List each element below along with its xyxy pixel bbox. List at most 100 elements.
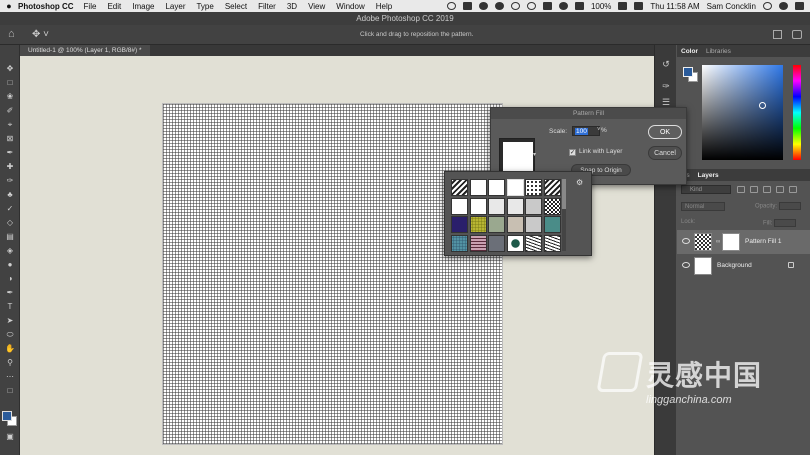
pattern-swatch[interactable]	[506, 179, 524, 196]
pattern-swatch[interactable]	[451, 216, 468, 233]
scale-dropdown-icon[interactable]: ˅	[597, 127, 601, 133]
pattern-swatch[interactable]	[451, 197, 468, 215]
menu-filter[interactable]: Filter	[258, 2, 276, 11]
panel-foreground-swatch[interactable]	[683, 67, 693, 77]
pattern-preview-swatch[interactable]	[499, 138, 535, 174]
blend-mode-select[interactable]: Normal	[681, 202, 725, 211]
power-icon[interactable]	[510, 2, 520, 10]
clone-stamp-tool-icon[interactable]: ♣	[5, 191, 15, 199]
frame-tool-icon[interactable]: ⊠	[5, 135, 15, 143]
menubar-user[interactable]: Sam Concklin	[707, 2, 756, 11]
sync-icon[interactable]	[478, 2, 488, 10]
tab-color[interactable]: Color	[677, 48, 702, 55]
pattern-swatch[interactable]	[525, 216, 542, 233]
pattern-swatch[interactable]	[488, 179, 505, 196]
pattern-swatch[interactable]	[506, 216, 524, 233]
paint-bucket-tool-icon[interactable]: ◈	[5, 247, 15, 255]
notification-center-icon[interactable]	[795, 2, 804, 10]
ok-button[interactable]: OK	[648, 125, 682, 139]
visibility-eye-icon[interactable]	[682, 262, 690, 268]
menu-layer[interactable]: Layer	[165, 2, 185, 11]
foreground-color-swatch[interactable]	[2, 411, 12, 421]
wifi-icon[interactable]	[558, 2, 568, 10]
layer-mask-thumbnail[interactable]	[722, 233, 740, 251]
gradient-tool-icon[interactable]: ▤	[5, 233, 15, 241]
app-menu[interactable]: Photoshop CC	[18, 2, 74, 11]
fill-field[interactable]	[774, 219, 797, 227]
blur-tool-icon[interactable]: ●	[5, 261, 15, 269]
clock-status-icon[interactable]	[526, 2, 536, 10]
pattern-fill-thumbnail[interactable]	[694, 233, 712, 251]
pen-tool-icon[interactable]: ✒	[5, 289, 15, 297]
pattern-swatch[interactable]	[506, 234, 524, 252]
filter-shape-icon[interactable]	[776, 186, 784, 193]
move-tool-icon[interactable]: ✥	[5, 65, 15, 73]
marquee-tool-icon[interactable]: □	[5, 79, 15, 87]
pattern-dropdown-icon[interactable]: ▾	[533, 151, 536, 158]
color-cursor[interactable]	[759, 102, 766, 109]
pattern-swatch[interactable]	[543, 216, 561, 233]
brush-tool-icon[interactable]: ✑	[5, 177, 15, 185]
siri-icon[interactable]	[779, 2, 788, 10]
menu-window[interactable]: Window	[336, 2, 364, 11]
menubar-clock[interactable]: Thu 11:58 AM	[650, 2, 699, 11]
battery-percent[interactable]: 100%	[591, 2, 611, 11]
scale-input[interactable]: 100	[572, 126, 600, 136]
type-tool-icon[interactable]: T	[5, 303, 15, 311]
pattern-swatch[interactable]	[543, 234, 561, 252]
record-icon[interactable]	[446, 2, 456, 10]
filter-smart-icon[interactable]	[789, 186, 797, 193]
pattern-swatch[interactable]	[488, 197, 505, 215]
layer-row-pattern-fill[interactable]: ∞ Pattern Fill 1	[677, 230, 810, 254]
crop-tool-icon[interactable]: ⌖	[5, 121, 15, 129]
cloud-icon[interactable]	[494, 2, 504, 10]
link-with-layer-checkbox[interactable]: ✓	[569, 149, 576, 156]
home-icon[interactable]: ⌂	[8, 29, 20, 40]
path-selection-tool-icon[interactable]: ➤	[5, 317, 15, 325]
history-panel-icon[interactable]: ↺	[661, 59, 671, 69]
menu-view[interactable]: View	[308, 2, 325, 11]
volume-icon[interactable]	[574, 2, 584, 10]
layer-name[interactable]: Background	[717, 262, 752, 269]
layer-filter-kind[interactable]: Kind	[681, 185, 731, 194]
hue-slider[interactable]	[793, 65, 801, 160]
filter-pixel-icon[interactable]	[737, 186, 745, 193]
lasso-tool-icon[interactable]: ❀	[5, 93, 15, 101]
link-with-layer-label[interactable]: Link with Layer	[579, 148, 622, 155]
pattern-swatch[interactable]	[543, 197, 561, 215]
pattern-swatch[interactable]	[525, 179, 542, 196]
filter-type-icon[interactable]	[763, 186, 771, 193]
visibility-eye-icon[interactable]	[682, 238, 690, 244]
filter-adjustment-icon[interactable]	[750, 186, 758, 193]
menu-select[interactable]: Select	[225, 2, 247, 11]
pattern-swatch[interactable]	[543, 179, 561, 196]
pattern-swatch[interactable]	[469, 179, 487, 196]
pattern-swatch[interactable]	[469, 197, 487, 215]
pattern-swatch[interactable]	[488, 216, 505, 233]
cancel-button[interactable]: Cancel	[648, 146, 682, 160]
menu-image[interactable]: Image	[132, 2, 154, 11]
apple-menu-icon[interactable]: ●	[0, 1, 18, 11]
quick-select-tool-icon[interactable]: ✐	[5, 107, 15, 115]
pattern-swatch[interactable]	[525, 234, 542, 252]
eyedropper-tool-icon[interactable]: ✒	[5, 149, 15, 157]
opacity-field[interactable]	[778, 202, 801, 210]
picker-scrollbar[interactable]	[562, 179, 566, 251]
menu-file[interactable]: File	[84, 2, 97, 11]
tab-layers[interactable]: Layers	[694, 172, 723, 179]
pattern-swatch[interactable]	[506, 197, 524, 215]
pattern-swatch[interactable]	[451, 179, 468, 196]
properties-panel-icon[interactable]: ☰	[661, 97, 671, 107]
menu-3d[interactable]: 3D	[287, 2, 297, 11]
screen-icon[interactable]	[462, 2, 472, 10]
quick-mask-icon[interactable]: ▣	[5, 433, 15, 441]
spotlight-icon[interactable]	[763, 2, 772, 10]
pattern-swatch[interactable]	[488, 234, 505, 252]
gear-icon[interactable]: ⚙	[576, 178, 583, 187]
layer-row-background[interactable]: Background	[677, 254, 810, 278]
workspace-icon[interactable]	[792, 30, 802, 39]
flag-icon[interactable]	[634, 2, 644, 10]
pattern-swatch[interactable]	[469, 216, 487, 233]
menu-help[interactable]: Help	[376, 2, 392, 11]
eraser-tool-icon[interactable]: ◇	[5, 219, 15, 227]
